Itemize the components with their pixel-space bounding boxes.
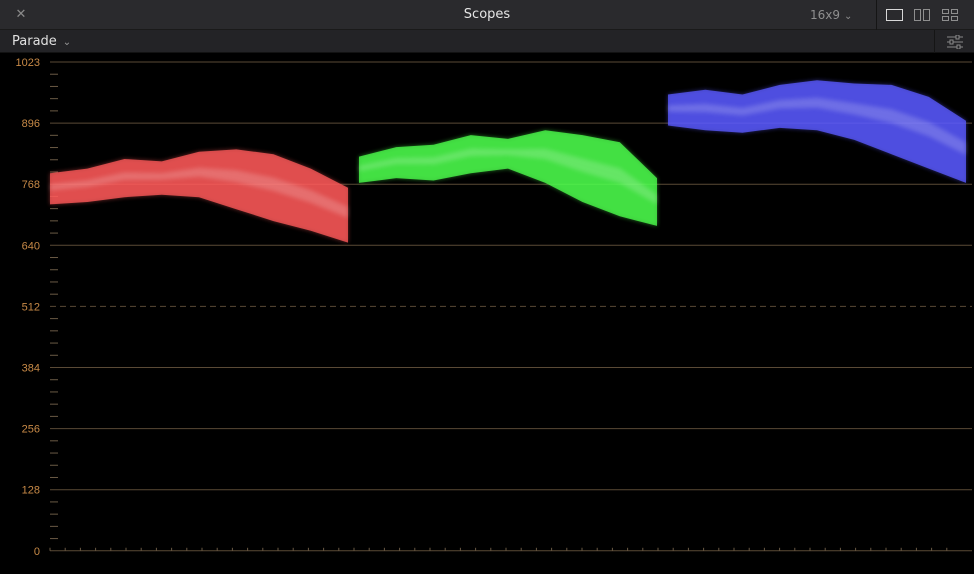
y-axis-label: 512 (22, 301, 40, 313)
scope-mode-dropdown[interactable]: Parade ⌄ (12, 30, 71, 53)
y-axis-label: 384 (22, 363, 40, 375)
y-axis-label: 0 (34, 546, 40, 558)
y-axis-label: 256 (22, 424, 40, 436)
aspect-ratio-label: 16x9 (810, 8, 841, 22)
y-axis-label: 896 (22, 118, 40, 130)
title-bar: ✕ Scopes 16x9 ⌄ (0, 0, 974, 30)
toolbar-divider (876, 0, 877, 30)
y-axis-label: 1023 (16, 57, 40, 69)
y-axis-label: 768 (22, 179, 40, 191)
y-axis-label: 640 (22, 240, 40, 252)
scope-toolbar: Parade ⌄ (0, 30, 974, 53)
parade-graph: 1023 896 768 640 512 384 256 128 0 (16, 57, 972, 558)
close-icon[interactable]: ✕ (12, 6, 30, 24)
scope-mode-label: Parade (12, 34, 57, 49)
scope-settings-button[interactable] (934, 30, 974, 53)
parade-scope: 1023 896 768 640 512 384 256 128 0 (0, 53, 974, 574)
chevron-down-icon: ⌄ (844, 11, 853, 22)
quad-layout-icon[interactable] (942, 9, 959, 21)
dual-layout-icon[interactable] (914, 9, 931, 21)
y-axis-label: 128 (22, 485, 40, 497)
single-layout-icon[interactable] (886, 9, 903, 21)
aspect-ratio-dropdown[interactable]: 16x9 ⌄ (810, 0, 852, 30)
chevron-down-icon: ⌄ (62, 37, 72, 48)
settings-sliders-icon (947, 35, 963, 49)
